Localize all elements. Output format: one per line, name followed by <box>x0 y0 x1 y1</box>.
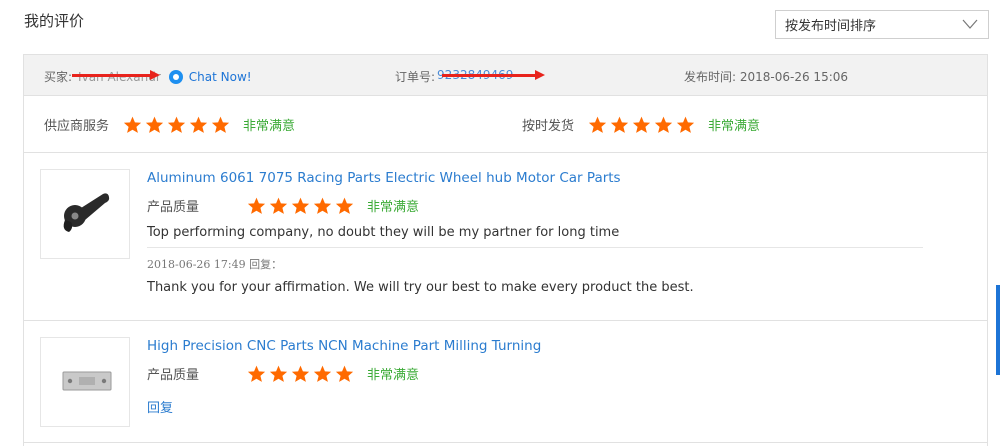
rating-label: 供应商服务 <box>44 119 110 134</box>
star-icon <box>291 365 310 383</box>
rating-verdict: 非常满意 <box>367 200 420 215</box>
product-thumbnail[interactable] <box>40 337 130 427</box>
rating-verdict: 非常满意 <box>243 119 296 134</box>
redaction-mark <box>442 70 545 80</box>
star-icon <box>588 116 607 134</box>
review-card: 买家: Ivan Alexandr Chat Now! 订单号: 9232849… <box>23 54 988 446</box>
star-rating <box>123 116 233 134</box>
service-ratings-row: 供应商服务 非常满意 按时发货 非常满意 <box>24 96 987 153</box>
on-time-delivery-rating: 按时发货 非常满意 <box>522 115 760 134</box>
star-icon <box>247 197 266 215</box>
star-icon <box>145 116 164 134</box>
rating-verdict: 非常满意 <box>367 368 420 383</box>
buyer-label: 买家: <box>44 70 73 84</box>
seller-reply-text: Thank you for your affirmation. We will … <box>147 280 694 295</box>
product-quality-rating: 产品质量 非常满意 <box>147 364 923 383</box>
scrollbar-thumb[interactable] <box>996 285 1000 375</box>
star-icon <box>247 365 266 383</box>
star-icon <box>269 197 288 215</box>
star-icon <box>211 116 230 134</box>
review-comment: Top performing company, no doubt they wi… <box>147 225 620 240</box>
product-review-item: High Precision CNC Parts NCN Machine Par… <box>24 321 987 443</box>
star-icon <box>189 116 208 134</box>
supplier-service-rating: 供应商服务 非常满意 <box>44 115 295 134</box>
publish-time: 发布时间: 2018-06-26 15:06 <box>684 68 848 85</box>
sort-selected-value: 按发布时间排序 <box>785 19 877 34</box>
star-icon <box>313 365 332 383</box>
order-number-label: 订单号: <box>395 70 436 84</box>
sort-dropdown[interactable]: 按发布时间排序 <box>775 10 989 39</box>
rating-label: 产品质量 <box>147 200 200 215</box>
publish-time-value: 2018-06-26 15:06 <box>739 70 849 84</box>
product-title-link[interactable]: Aluminum 6061 7075 Racing Parts Electric… <box>147 170 923 186</box>
chat-icon[interactable] <box>168 69 183 84</box>
star-rating <box>247 365 357 383</box>
chevron-down-icon <box>962 19 978 29</box>
reply-link[interactable]: 回复 <box>147 397 923 416</box>
rating-verdict: 非常满意 <box>708 119 761 134</box>
star-icon <box>676 116 695 134</box>
product-image <box>62 371 112 391</box>
chat-now-link[interactable]: Chat Now! <box>189 70 252 84</box>
star-rating <box>247 197 357 215</box>
star-icon <box>313 197 332 215</box>
star-icon <box>291 197 310 215</box>
star-icon <box>632 116 651 134</box>
star-icon <box>335 365 354 383</box>
product-image <box>63 193 110 232</box>
order-info-bar: 买家: Ivan Alexandr Chat Now! 订单号: 9232849… <box>24 55 987 96</box>
divider <box>147 247 923 248</box>
star-icon <box>654 116 673 134</box>
rating-label: 产品质量 <box>147 368 200 383</box>
star-icon <box>123 116 142 134</box>
product-review-item: Aluminum 6061 7075 Racing Parts Electric… <box>24 153 987 321</box>
redaction-mark <box>72 70 160 80</box>
rating-label: 按时发货 <box>522 119 575 134</box>
star-icon <box>167 116 186 134</box>
product-title-link[interactable]: High Precision CNC Parts NCN Machine Par… <box>147 338 923 354</box>
publish-time-label: 发布时间: <box>684 70 737 84</box>
star-icon <box>610 116 629 134</box>
star-icon <box>335 197 354 215</box>
star-rating <box>588 116 698 134</box>
reply-meta: 2018-06-26 17:49 回复： <box>147 258 283 271</box>
product-quality-rating: 产品质量 非常满意 <box>147 196 923 215</box>
star-icon <box>269 365 288 383</box>
page-title: 我的评价 <box>24 12 85 30</box>
product-thumbnail[interactable] <box>40 169 130 259</box>
